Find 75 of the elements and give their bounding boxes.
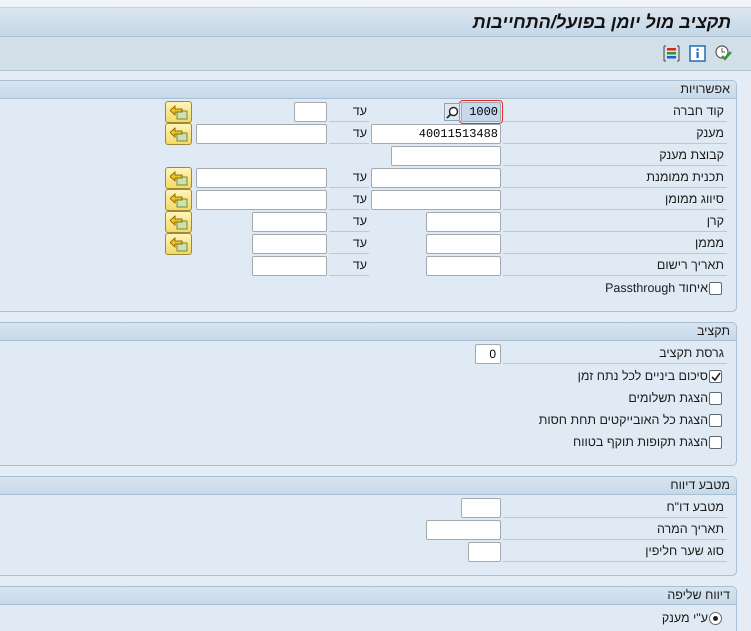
list-icon — [663, 45, 680, 62]
multiple-selection-button[interactable] — [165, 233, 192, 255]
input-field[interactable] — [426, 212, 501, 232]
field-label: עד — [329, 190, 369, 210]
section-title: דיווח שליפה — [0, 587, 736, 605]
input-field[interactable] — [426, 234, 501, 254]
field-label: עד — [329, 234, 369, 254]
input-field[interactable] — [391, 146, 501, 166]
arrow-icon — [170, 126, 188, 142]
field-label: מטבע דו"ח — [503, 498, 727, 518]
checkbox-label: הצגת כל האובייקטים תחת חסות — [538, 413, 708, 427]
section-title: אפשרויות — [0, 81, 736, 99]
execute-button[interactable] — [714, 44, 733, 63]
multiple-selection-button[interactable] — [165, 167, 192, 189]
info-icon — [689, 45, 706, 62]
input-field[interactable] — [252, 256, 327, 276]
input-field[interactable] — [196, 124, 327, 144]
input-field[interactable] — [252, 234, 327, 254]
checkbox[interactable] — [709, 370, 722, 382]
input-field[interactable] — [196, 168, 327, 188]
multiple-selection-button[interactable] — [165, 211, 192, 233]
field-label: תאריך רישום — [503, 256, 727, 276]
input-field[interactable] — [371, 190, 501, 210]
input-field[interactable]: 0 — [475, 344, 501, 364]
input-field[interactable] — [371, 168, 501, 188]
field-label: סוג שער חליפין — [503, 542, 727, 562]
checkbox-label: הצגת תשלומים — [628, 391, 708, 405]
field-label: עד — [329, 124, 369, 144]
field-label: תאריך המרה — [503, 520, 727, 540]
checkbox-label: איחוד Passthrough — [605, 281, 708, 295]
section-title: תקציב — [0, 323, 736, 341]
input-field[interactable]: 1000 — [461, 102, 501, 122]
input-field[interactable] — [426, 256, 501, 276]
section-title: מטבע דיווח — [0, 477, 736, 495]
arrow-icon — [170, 236, 188, 252]
window-title: תקציב מול יומן בפועל/התחייבות — [472, 12, 731, 32]
field-label: תכנית ממומנת — [503, 168, 727, 188]
input-field[interactable] — [468, 542, 501, 562]
field-label: סיווג ממומן — [503, 190, 727, 210]
input-field[interactable]: 40011513488 — [371, 124, 501, 144]
arrow-icon — [170, 214, 188, 230]
input-field[interactable] — [426, 520, 501, 540]
radio-label: ע"י מענק — [662, 611, 708, 625]
field-label: מענק — [503, 124, 727, 144]
search-icon — [446, 106, 458, 118]
arrow-icon — [170, 170, 188, 186]
field-label: קרן — [503, 212, 727, 232]
radio-button[interactable] — [709, 612, 722, 624]
checkbox[interactable] — [709, 282, 722, 294]
list-button[interactable] — [662, 44, 681, 63]
search-button[interactable] — [444, 103, 460, 121]
checkbox-label: סיכום ביניים לכל נתח זמן — [578, 369, 708, 383]
field-label: עד — [329, 256, 369, 276]
multiple-selection-button[interactable] — [165, 123, 192, 145]
multiple-selection-button[interactable] — [165, 189, 192, 211]
execute-icon — [715, 45, 732, 62]
field-label: עד — [329, 212, 369, 232]
field-label: קוד חברה — [503, 102, 727, 122]
input-field[interactable] — [461, 498, 501, 518]
checkbox[interactable] — [709, 414, 722, 426]
info-button[interactable] — [688, 44, 707, 63]
multiple-selection-button[interactable] — [165, 101, 192, 123]
checkbox-label: הצגת תקופות תוקף בטווח — [573, 435, 708, 449]
field-label: מממן — [503, 234, 727, 254]
field-label: קבוצת מענק — [503, 146, 727, 166]
field-label: גרסת תקציב — [503, 344, 727, 364]
checkbox[interactable] — [709, 436, 722, 448]
input-field[interactable] — [196, 190, 327, 210]
input-field[interactable] — [294, 102, 327, 122]
field-label: עד — [329, 168, 369, 188]
field-label: עד — [329, 102, 369, 122]
checkbox[interactable] — [709, 392, 722, 404]
arrow-icon — [170, 192, 188, 208]
arrow-icon — [170, 104, 188, 120]
input-field[interactable] — [252, 212, 327, 232]
